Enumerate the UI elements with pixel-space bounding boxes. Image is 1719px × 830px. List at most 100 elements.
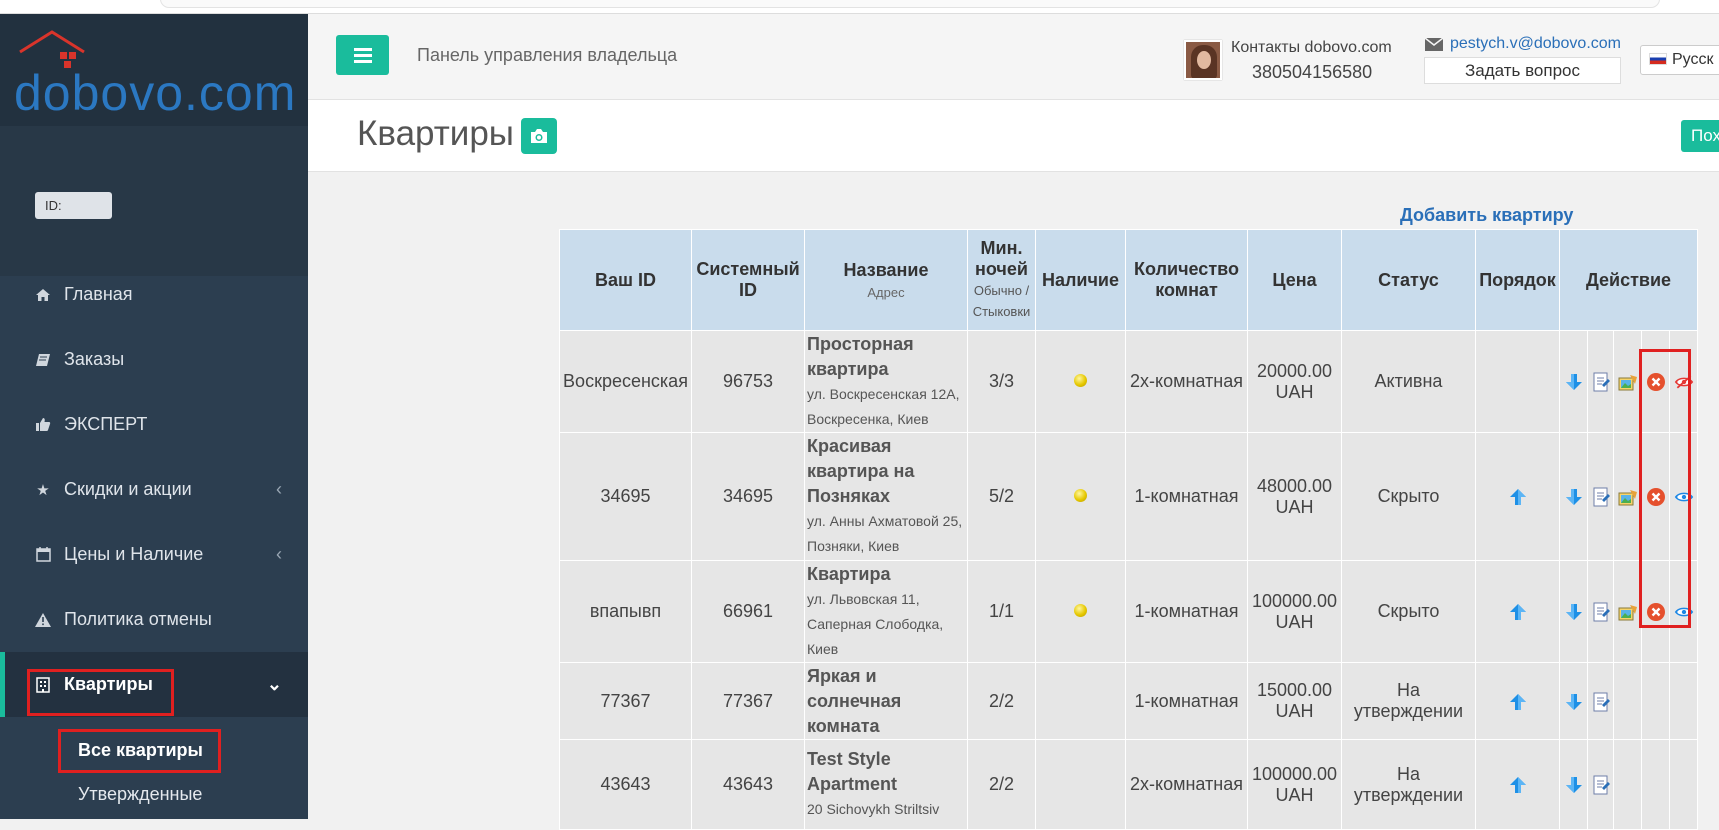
cell-order-down[interactable] [1559,560,1588,663]
edit-icon[interactable] [1591,774,1611,795]
cell-order-down[interactable] [1559,432,1588,561]
sidebar-item-label: ЭКСПЕРТ [64,414,148,434]
cell-visibility[interactable] [1669,662,1698,740]
move-down-icon[interactable] [1564,486,1584,506]
cell-edit[interactable] [1587,330,1614,433]
sidebar-item-expert[interactable]: ЭКСПЕРТ [0,392,308,457]
sidebar-item-cancel-policy[interactable]: Политика отмены [0,587,308,652]
move-down-icon[interactable] [1564,774,1584,794]
cell-status: На утверждении [1341,739,1476,830]
header-price: Цена [1247,229,1342,331]
apartment-title[interactable]: Просторная квартира [807,332,965,382]
cell-edit[interactable] [1587,739,1614,830]
warning-icon [34,611,52,629]
apartment-address: ул. Анны Ахматовой 25, Позняки, Киев [807,513,963,554]
photos-icon[interactable] [1618,371,1638,391]
logo-text[interactable]: dobovo.com [14,64,296,122]
cell-rooms: 1-комнатная [1125,560,1248,663]
chevron-left-icon: ‹ [276,544,282,564]
sidebar-item-prices[interactable]: Цены и Наличие ‹ [0,522,308,587]
cell-your-id: впапывп [559,560,692,663]
cell-your-id: Воскресенская [559,330,692,433]
cell-price: 15000.00 UAH [1247,662,1342,740]
cell-status: Активна [1341,330,1476,433]
cell-order-down[interactable] [1559,662,1588,740]
move-up-icon[interactable] [1508,601,1528,621]
sidebar-item-discounts[interactable]: ★ Скидки и акции ‹ [0,457,308,522]
cell-name: Просторная квартира ул. Воскресенская 12А… [804,330,968,433]
cell-order-up[interactable] [1475,560,1560,663]
photos-icon[interactable] [1618,486,1638,506]
apartment-title[interactable]: Красивая квартира на Позняках [807,434,965,509]
cell-order-up[interactable] [1475,432,1560,561]
cell-price: 20000.00 UAH [1247,330,1342,433]
photo-button[interactable] [521,118,557,154]
apartment-title[interactable]: Яркая и солнечная комната [807,664,965,739]
highlight-all-apartments-box [58,729,221,773]
chevron-down-icon: ⌄ [266,674,282,694]
thumbs-up-icon [34,416,52,434]
cell-availability [1035,662,1126,740]
apartment-title[interactable]: Квартира [807,562,965,587]
header-status: Статус [1341,229,1476,331]
sidebar-item-label: Политика отмены [64,609,212,629]
cell-order-down[interactable] [1559,739,1588,830]
cell-min-nights: 2/2 [967,662,1036,740]
add-apartment-link[interactable]: Добавить квартиру [1400,205,1573,226]
cell-edit[interactable] [1587,432,1614,561]
sidebar-item-home[interactable]: Главная [0,262,308,327]
edit-icon[interactable] [1591,371,1611,392]
cell-delete[interactable] [1641,662,1670,740]
move-down-icon[interactable] [1564,690,1584,710]
cell-order-up[interactable] [1475,739,1560,830]
header-your-id: Ваш ID [559,229,692,331]
move-up-icon[interactable] [1508,690,1528,710]
cell-price: 100000.00 UAH [1247,560,1342,663]
cell-delete[interactable] [1641,739,1670,830]
cell-photos[interactable] [1613,330,1642,433]
cell-name: Красивая квартира на Позняках ул. Анны Ах… [804,432,968,561]
id-search-input[interactable]: ID: [35,192,112,219]
cell-order-down[interactable] [1559,330,1588,433]
apartments-table: Ваш ID Системный ID Название Адрес Мин. н… [559,229,1698,830]
cell-status: Скрыто [1341,432,1476,561]
cell-edit[interactable] [1587,662,1614,740]
email-link[interactable]: pestych.v@dobovo.com [1450,35,1621,53]
edit-icon[interactable] [1591,601,1611,622]
move-up-icon[interactable] [1508,486,1528,506]
cell-availability [1035,739,1126,830]
cell-status: Скрыто [1341,560,1476,663]
move-down-icon[interactable] [1564,601,1584,621]
cell-photos[interactable] [1613,739,1642,830]
cell-order-up[interactable] [1475,662,1560,740]
edit-icon[interactable] [1591,486,1611,507]
cell-photos[interactable] [1613,560,1642,663]
apartment-address: ул. Воскресенская 12А, Воскресенка, Киев [807,385,960,427]
cell-min-nights: 3/3 [967,330,1036,433]
move-up-icon[interactable] [1508,774,1528,794]
cell-visibility[interactable] [1669,739,1698,830]
edit-icon[interactable] [1591,690,1611,712]
move-down-icon[interactable] [1564,371,1584,391]
header-min-nights-sub: Обычно / Стыковки [972,283,1031,319]
cell-photos[interactable] [1613,662,1642,740]
cell-order-up[interactable] [1475,330,1560,433]
sidebar-item-orders[interactable]: Заказы [0,327,308,392]
ask-question-button[interactable]: Задать вопрос [1424,57,1621,84]
cell-status: На утверждении [1341,662,1476,740]
header-name: Название Адрес [804,229,968,331]
header-name-sub: Адрес [867,285,905,300]
menu-toggle-button[interactable] [336,35,389,75]
cell-your-id: 77367 [559,662,692,740]
cell-system-id: 77367 [691,662,805,740]
language-select[interactable]: Русск [1640,45,1719,75]
cell-your-id: 43643 [559,739,692,830]
submenu-approved[interactable]: Утвержденные [78,784,202,805]
photos-icon[interactable] [1618,601,1638,621]
panel-title: Панель управления владельца [417,45,678,65]
apartment-title[interactable]: Test Style Apartment [807,747,965,797]
help-button[interactable]: Пох [1681,120,1719,152]
cell-photos[interactable] [1613,432,1642,561]
cell-edit[interactable] [1587,560,1614,663]
header-action: Действие [1559,229,1698,331]
